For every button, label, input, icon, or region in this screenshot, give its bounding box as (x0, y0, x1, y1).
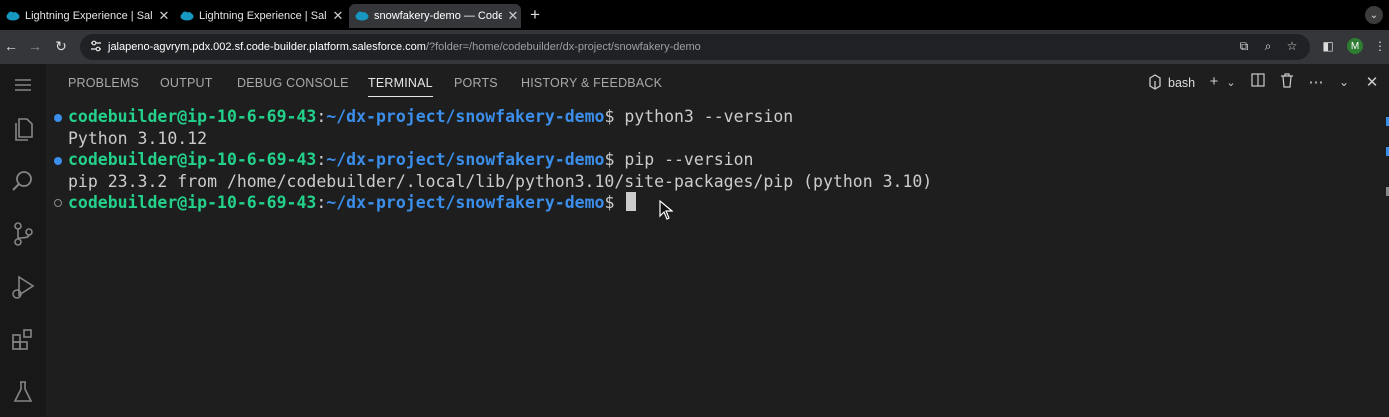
maximize-panel-chevron-icon[interactable]: ⌄ (1335, 75, 1353, 89)
split-terminal-icon[interactable] (1249, 73, 1267, 91)
salesforce-cloud-icon (6, 9, 20, 23)
terminal-output-2: pip 23.3.2 from /home/codebuilder/.local… (68, 172, 933, 191)
avatar[interactable]: M (1347, 38, 1363, 54)
reload-icon[interactable]: ↻ (52, 38, 70, 55)
prompt-path: ~/dx-project/snowfakery-demo (326, 107, 605, 126)
close-icon[interactable]: ✕ (157, 8, 171, 24)
terminal-shell-label[interactable]: bash (1168, 76, 1195, 90)
source-control-icon[interactable] (4, 215, 42, 253)
browser-tab-title: Lightning Experience | Salesf (25, 10, 153, 22)
command-success-decoration[interactable] (54, 157, 62, 165)
close-panel-icon[interactable]: ✕ (1363, 73, 1381, 91)
terminal-output-1: Python 3.10.12 (68, 129, 208, 148)
explorer-icon[interactable] (4, 111, 42, 149)
url-host: jalapeno-agvrym.pdx.002.sf.code-builder.… (108, 41, 426, 53)
site-settings-icon[interactable] (88, 40, 104, 55)
forward-icon[interactable]: → (26, 38, 44, 54)
terminal-icon (1146, 74, 1164, 94)
tab-ports[interactable]: PORTS (454, 76, 498, 90)
run-debug-icon[interactable] (4, 268, 42, 306)
command-pending-decoration[interactable] (54, 199, 62, 207)
prompt-path: ~/dx-project/snowfakery-demo (326, 150, 605, 169)
salesforce-cloud-icon (355, 9, 369, 23)
side-panel-icon[interactable]: ◧ (1320, 39, 1336, 53)
bookmark-star-icon[interactable]: ☆ (1284, 39, 1300, 53)
browser-tab-strip: Lightning Experience | Salesf ✕ Lightnin… (0, 0, 1389, 30)
tab-problems[interactable]: PROBLEMS (68, 76, 139, 90)
terminal-cursor (626, 192, 637, 211)
salesforce-cloud-icon (180, 9, 194, 23)
prompt-user-host: codebuilder@ip-10-6-69-43 (68, 150, 317, 169)
zoom-icon[interactable]: ⌕ (1260, 39, 1276, 54)
tab-output[interactable]: OUTPUT (160, 76, 213, 90)
command-text: pip --version (624, 150, 754, 169)
browser-tab-title: Lightning Experience | Salesf (199, 10, 327, 22)
menu-kebab-icon[interactable]: ⋮ (1372, 39, 1388, 53)
prompt-user-host: codebuilder@ip-10-6-69-43 (68, 107, 317, 126)
activity-bar (0, 64, 46, 417)
prompt-user-host: codebuilder@ip-10-6-69-43 (68, 193, 317, 212)
chevron-down-icon[interactable]: ⌄ (1222, 76, 1240, 89)
close-icon[interactable]: ✕ (506, 8, 520, 24)
command-text: python3 --version (624, 107, 794, 126)
new-terminal-icon[interactable]: + (1205, 73, 1223, 90)
terminal-line-prompt-1: codebuilder@ip-10-6-69-43:~/dx-project/s… (68, 107, 794, 126)
browser-tab-title: snowfakery-demo — Code Bu (374, 10, 502, 22)
browser-toolbar: ← → ↻ jalapeno-agvrym.pdx.002.sf.code-bu… (0, 30, 1389, 64)
terminal-output[interactable]: codebuilder@ip-10-6-69-43:~/dx-project/s… (46, 102, 1389, 417)
trash-icon[interactable] (1278, 73, 1296, 92)
more-actions-icon[interactable]: ⋯ (1307, 73, 1325, 91)
browser-tab-2[interactable]: Lightning Experience | Salesf ✕ (174, 4, 346, 28)
url-text: jalapeno-agvrym.pdx.002.sf.code-builder.… (108, 41, 701, 53)
tab-history-feedback[interactable]: HISTORY & FEEDBACK (521, 76, 662, 90)
tab-debug-console[interactable]: DEBUG CONSOLE (237, 76, 349, 90)
tab-search-icon[interactable]: ⌄ (1365, 6, 1383, 24)
tab-terminal[interactable]: TERMINAL (368, 76, 433, 97)
search-icon[interactable] (4, 162, 42, 200)
terminal-line-prompt-2: codebuilder@ip-10-6-69-43:~/dx-project/s… (68, 150, 754, 169)
browser-tab-3[interactable]: snowfakery-demo — Code Bu ✕ (349, 4, 521, 28)
testing-flask-icon[interactable] (4, 373, 42, 411)
menu-icon[interactable] (4, 66, 42, 104)
close-icon[interactable]: ✕ (331, 8, 345, 24)
url-path: /?folder=/home/codebuilder/dx-project/sn… (425, 41, 701, 53)
prompt-path: ~/dx-project/snowfakery-demo (326, 193, 605, 212)
terminal-line-prompt-3: codebuilder@ip-10-6-69-43:~/dx-project/s… (68, 192, 637, 212)
command-success-decoration[interactable] (54, 114, 62, 122)
extensions-icon[interactable] (4, 321, 42, 359)
install-app-icon[interactable]: ⧉ (1236, 39, 1252, 54)
browser-tab-1[interactable]: Lightning Experience | Salesf ✕ (0, 4, 172, 28)
mouse-pointer-icon (659, 200, 673, 220)
new-tab-button[interactable]: + (526, 5, 544, 25)
back-icon[interactable]: ← (2, 38, 20, 54)
